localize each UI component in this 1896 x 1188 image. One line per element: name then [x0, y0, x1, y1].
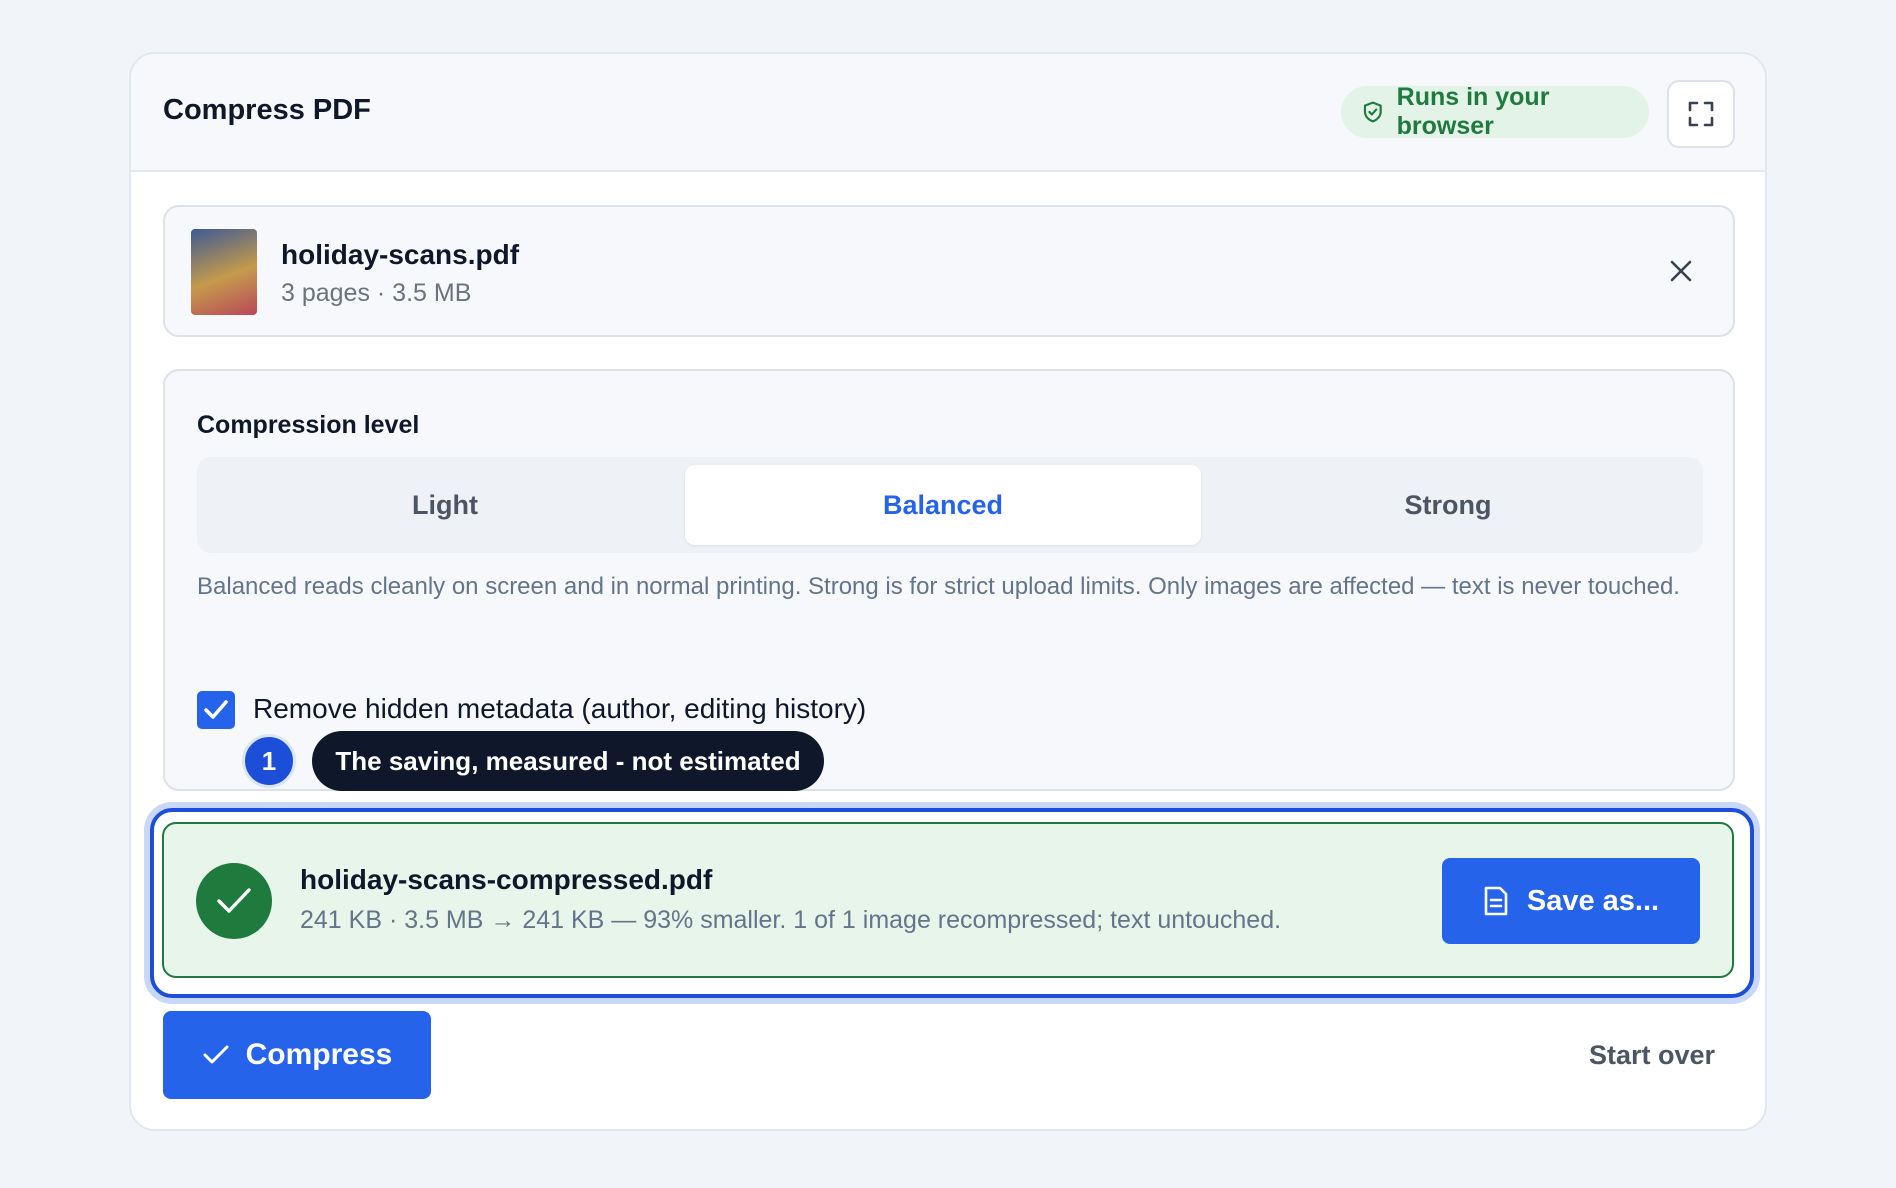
runs-in-browser-badge: Runs in your browser	[1341, 83, 1649, 140]
success-check-icon	[196, 863, 272, 939]
file-meta: 3 pages · 3.5 MB	[281, 279, 472, 307]
fullscreen-button[interactable]	[1667, 80, 1735, 148]
checkmark-icon	[204, 700, 228, 719]
option-balanced[interactable]: Balanced	[685, 465, 1201, 545]
file-save-icon	[1484, 886, 1508, 916]
result-file-name: holiday-scans-compressed.pdf	[300, 864, 713, 895]
compression-level-selector: Light Balanced Strong	[197, 457, 1703, 553]
option-strong[interactable]: Strong	[1201, 465, 1695, 545]
compression-options: Compression level Light Balanced Strong …	[163, 369, 1735, 791]
compress-button[interactable]: Compress	[163, 1011, 431, 1099]
save-as-button[interactable]: Save as...	[1442, 858, 1700, 944]
compression-level-label: Compression level	[197, 411, 420, 439]
card-header: Compress PDF Runs in your browser	[131, 54, 1765, 172]
step-number-badge: 1	[242, 734, 296, 788]
remove-file-button[interactable]	[1665, 255, 1697, 287]
page-title: Compress PDF	[163, 94, 371, 126]
remove-metadata-label[interactable]: Remove hidden metadata (author, editing …	[253, 693, 866, 725]
expand-icon	[1688, 101, 1714, 127]
start-over-link[interactable]: Start over	[1589, 1040, 1715, 1071]
compression-result: holiday-scans-compressed.pdf 241 KB · 3.…	[162, 822, 1734, 978]
compression-description: Balanced reads cleanly on screen and in …	[197, 573, 1680, 600]
option-light[interactable]: Light	[205, 465, 685, 545]
file-thumbnail	[191, 229, 257, 315]
selected-file: holiday-scans.pdf 3 pages · 3.5 MB	[163, 205, 1735, 337]
shield-check-icon	[1363, 101, 1382, 123]
file-name: holiday-scans.pdf	[281, 239, 520, 270]
annotation-tooltip: The saving, measured - not estimated	[312, 731, 824, 791]
save-as-label: Save as...	[1526, 884, 1660, 917]
compress-label: Compress	[245, 1038, 393, 1071]
check-icon	[203, 1045, 229, 1064]
result-summary: 241 KB · 3.5 MB → 241 KB — 93% smaller. …	[300, 906, 1282, 934]
remove-metadata-checkbox[interactable]	[197, 691, 235, 729]
close-icon	[1670, 260, 1692, 282]
badge-label: Runs in your browser	[1396, 83, 1550, 140]
